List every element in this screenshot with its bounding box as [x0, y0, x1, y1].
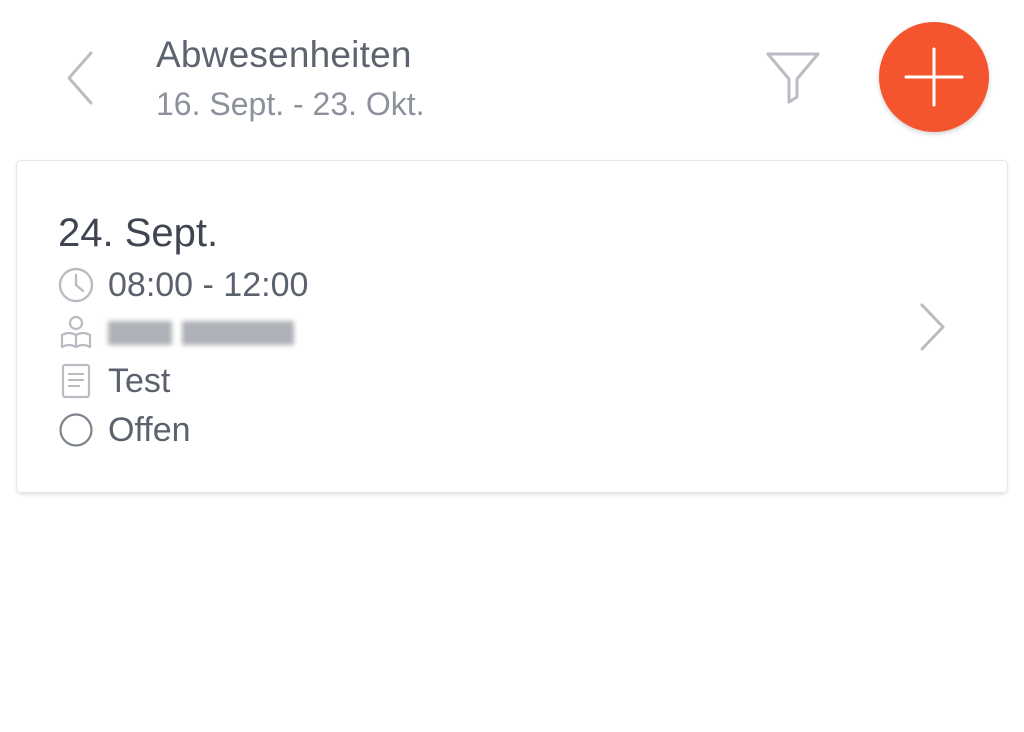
absence-card[interactable]: 24. Sept. 08:00 - 12:00 Test Offen — [17, 161, 1007, 492]
absence-status: Offen — [108, 410, 191, 449]
absence-date: 24. Sept. — [58, 211, 219, 255]
chevron-left-icon — [67, 51, 93, 105]
plus-icon — [904, 47, 964, 107]
date-range: 16. Sept. - 23. Okt. — [156, 86, 425, 122]
person-reading-icon — [58, 315, 94, 351]
absence-note-row: Test — [58, 361, 170, 401]
filter-button[interactable] — [760, 44, 826, 110]
app-header: Abwesenheiten 16. Sept. - 23. Okt. — [0, 0, 1024, 150]
back-button[interactable] — [56, 44, 104, 112]
clock-icon — [58, 267, 94, 303]
absence-status-row: Offen — [58, 410, 191, 450]
absence-time: 08:00 - 12:00 — [108, 265, 309, 304]
add-absence-button[interactable] — [879, 22, 989, 132]
document-icon — [58, 363, 94, 399]
page-title: Abwesenheiten — [156, 34, 412, 75]
status-circle-icon — [58, 412, 94, 448]
absence-note: Test — [108, 361, 171, 400]
filter-icon — [766, 52, 820, 104]
person-name-redacted — [108, 321, 294, 345]
absence-person-row — [58, 313, 294, 353]
chevron-right-icon — [912, 297, 952, 357]
absence-time-row: 08:00 - 12:00 — [58, 265, 308, 305]
